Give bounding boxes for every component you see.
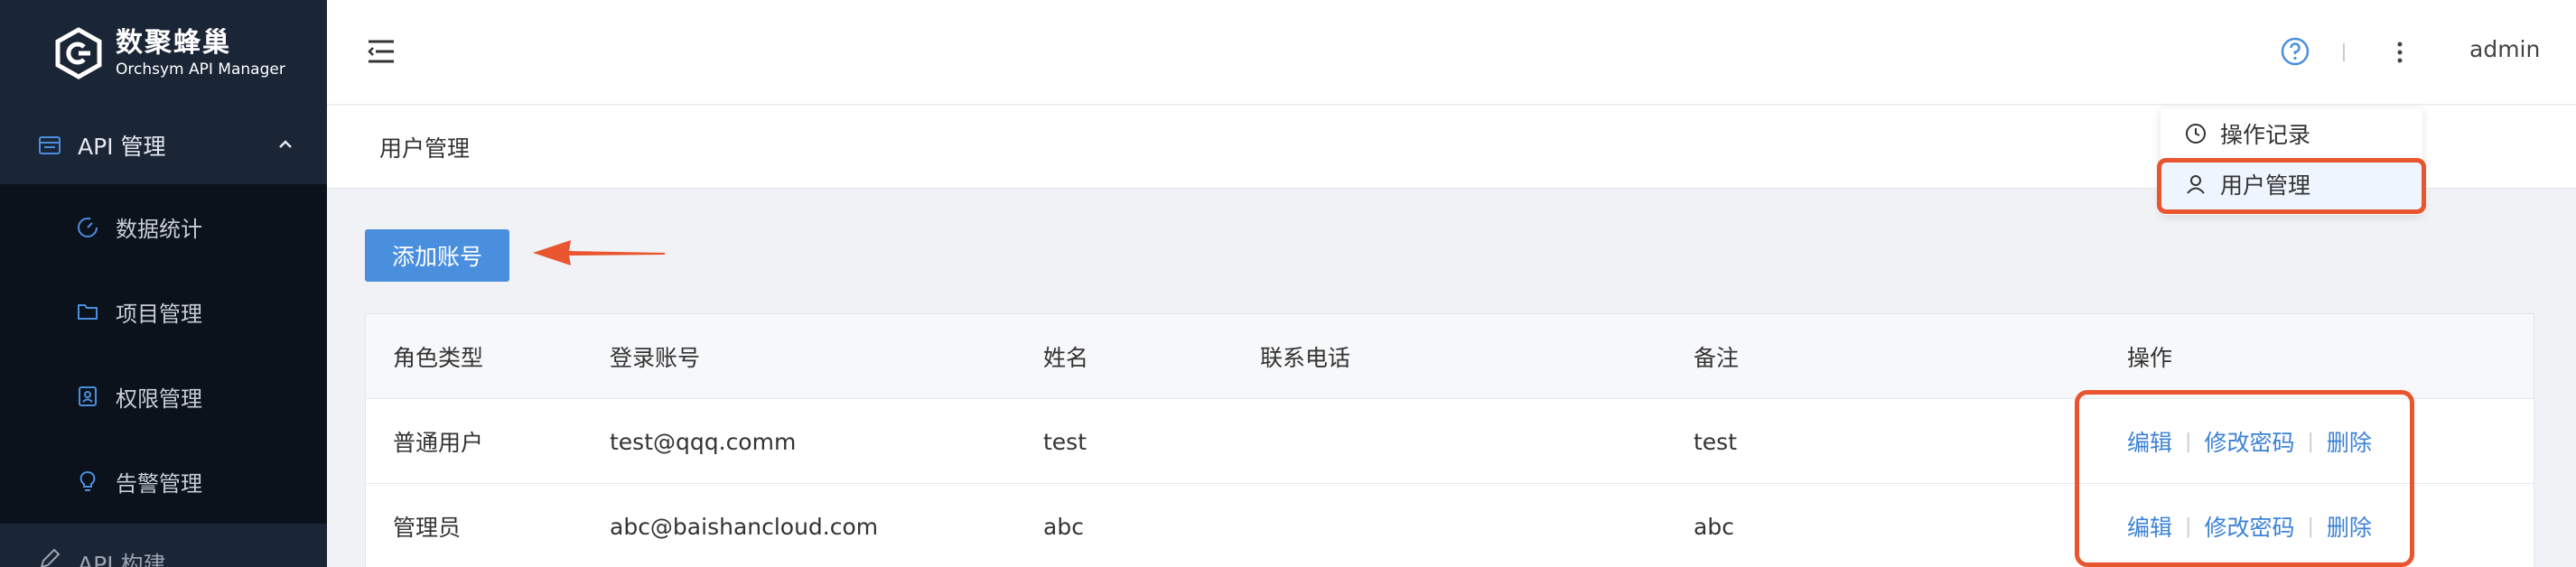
collapse-menu-icon[interactable]: [367, 38, 396, 65]
sidebar-group-label: API 构建: [78, 552, 166, 567]
annotation-highlight-menu: [2157, 158, 2426, 214]
sidebar-item-alerts[interactable]: 告警管理: [0, 439, 327, 524]
table-header-row: 角色类型 登录账号 姓名 联系电话 备注 操作: [366, 314, 2534, 399]
sidebar-item-permissions[interactable]: 权限管理: [0, 354, 327, 439]
note-cell: abc: [1694, 513, 1734, 540]
help-question-icon[interactable]: [2280, 36, 2310, 67]
brand-title: 数聚蜂巢: [116, 27, 231, 59]
sidebar-group-label: API 管理: [78, 134, 166, 160]
menu-item-label: 操作记录: [2220, 122, 2311, 148]
sidebar-item-label: 权限管理: [116, 386, 202, 412]
bulb-icon: [79, 471, 96, 491]
user-badge-icon: [79, 386, 97, 406]
sidebar-group-api-manage[interactable]: API 管理: [0, 107, 327, 184]
menu-item-operation-log[interactable]: 操作记录: [2161, 108, 2422, 159]
clock-icon: [2186, 124, 2206, 144]
annotation-arrow: [533, 240, 665, 265]
brand-subtitle: Orchsym API Manager: [116, 60, 285, 79]
chevron-up-icon: [279, 140, 292, 148]
sidebar-item-label: 数据统计: [116, 216, 202, 242]
column-header: 操作: [2127, 345, 2173, 371]
page-title: 用户管理: [379, 135, 471, 162]
sidebar-submenu: 数据统计 项目管理 权限管理 告警管理: [0, 184, 327, 524]
annotation-highlight-actions: [2075, 390, 2414, 567]
name-cell: abc: [1043, 513, 1084, 540]
sidebar: 数聚蜂巢 Orchsym API Manager API 管理 数据统计 项目管…: [0, 0, 327, 567]
column-header: 联系电话: [1260, 345, 1351, 371]
account-cell: test@qqq.comm: [610, 428, 797, 455]
sidebar-item-stats[interactable]: 数据统计: [0, 184, 327, 269]
dashboard-gauge-icon: [78, 218, 98, 237]
hexagon-logo-icon: [55, 27, 102, 79]
more-vertical-icon[interactable]: [2386, 38, 2413, 67]
folder-icon: [78, 304, 98, 320]
column-header: 备注: [1694, 345, 1740, 371]
column-header: 姓名: [1043, 345, 1089, 371]
role-cell: 普通用户: [393, 430, 484, 456]
brand-logo[interactable]: 数聚蜂巢 Orchsym API Manager: [0, 0, 327, 107]
edit-icon: [40, 548, 61, 567]
add-account-button[interactable]: 添加账号: [365, 229, 509, 282]
sidebar-item-projects[interactable]: 项目管理: [0, 269, 327, 354]
role-cell: 管理员: [393, 515, 462, 541]
account-cell: abc@baishancloud.com: [610, 513, 879, 540]
name-cell: test: [1043, 428, 1087, 455]
column-header: 角色类型: [393, 345, 484, 371]
note-cell: test: [1694, 428, 1738, 455]
header-divider: [2343, 43, 2345, 61]
current-username[interactable]: admin: [2469, 36, 2540, 62]
top-header: admin: [327, 0, 2576, 105]
sidebar-item-label: 项目管理: [116, 301, 202, 327]
list-card-icon: [39, 136, 61, 154]
sidebar-item-label: 告警管理: [116, 470, 202, 497]
column-header: 登录账号: [610, 345, 701, 371]
sidebar-group-api-build[interactable]: API 构建: [0, 524, 327, 567]
